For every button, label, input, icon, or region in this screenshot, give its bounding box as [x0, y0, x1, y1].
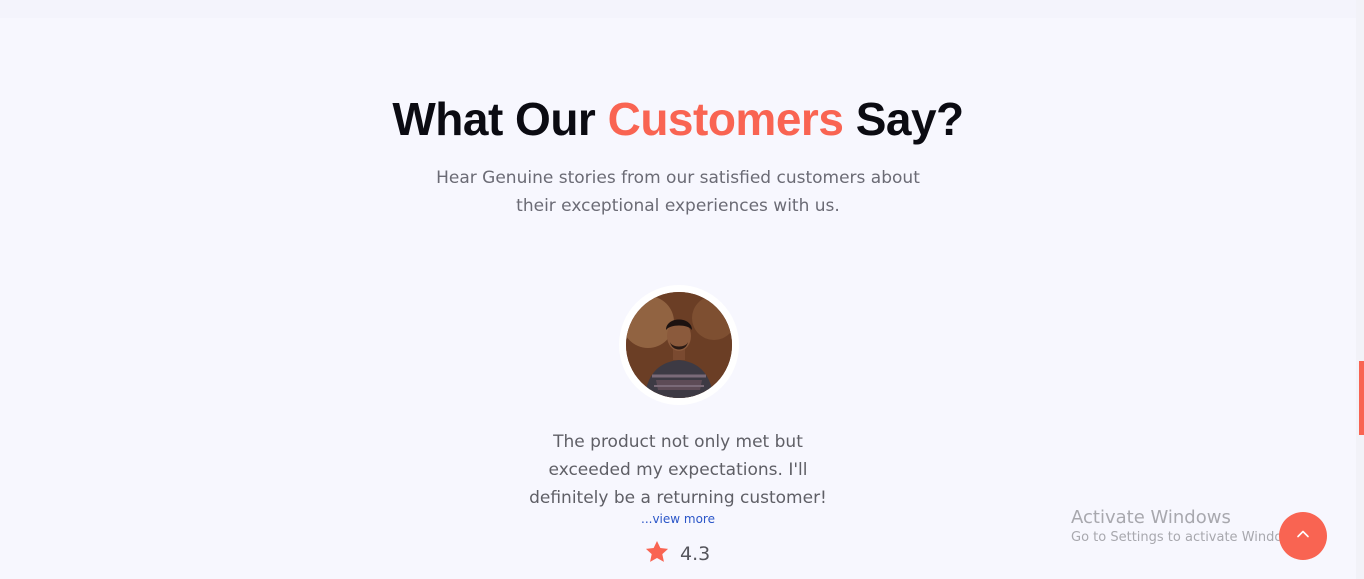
section-heading: What Our Customers Say?: [0, 92, 1356, 146]
heading-accent: Customers: [607, 93, 844, 145]
testimonial-quote: The product not only met but exceeded my…: [0, 428, 1356, 512]
scrollbar-track[interactable]: [1356, 0, 1364, 579]
subtitle-line: Hear Genuine stories from our satisfied …: [436, 168, 920, 188]
activate-title: Activate Windows: [1071, 507, 1231, 528]
avatar-photo: [626, 292, 732, 398]
subtitle-line: their exceptional experiences with us.: [516, 196, 840, 216]
activate-hint: Go to Settings to activate Windows.: [1071, 530, 1304, 545]
customer-avatar: [626, 292, 732, 398]
star-icon: [644, 539, 670, 569]
activate-windows-notice: Activate Windows Go to Settings to activ…: [1071, 507, 1304, 545]
testimonials-page: What Our Customers Say? Hear Genuine sto…: [0, 0, 1364, 579]
quote-line: The product not only met but: [553, 432, 803, 452]
chevron-up-icon: [1295, 526, 1311, 546]
section-subtitle: Hear Genuine stories from our satisfied …: [0, 164, 1356, 220]
avatar-frame: [619, 285, 739, 405]
rating: 4.3: [644, 540, 710, 568]
heading-prefix: What Our: [392, 93, 596, 145]
scrollbar-thumb[interactable]: [1359, 361, 1364, 435]
heading-suffix: Say?: [855, 93, 964, 145]
scroll-to-top-button[interactable]: [1279, 512, 1327, 560]
quote-line: exceeded my expectations. I'll: [548, 460, 808, 480]
rating-value: 4.3: [680, 543, 711, 565]
header-band: [0, 0, 1356, 18]
